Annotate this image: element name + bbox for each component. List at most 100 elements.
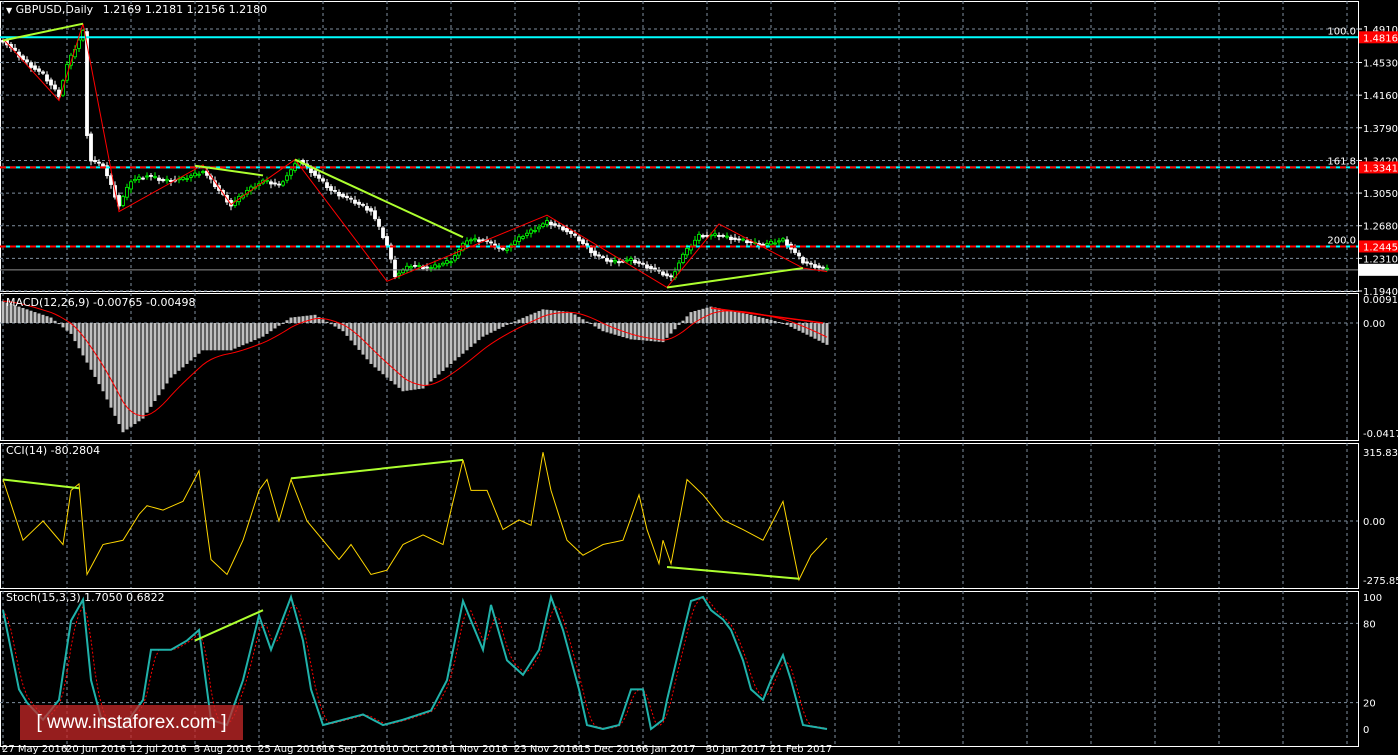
candle-body xyxy=(633,259,637,264)
macd-tick-label: 0.00 xyxy=(1363,319,1385,330)
macd-histogram-bar xyxy=(169,323,173,378)
candle-body xyxy=(189,175,193,178)
macd-histogram-bar xyxy=(125,323,129,430)
candle-body xyxy=(601,256,605,258)
cci-trend-line xyxy=(290,458,464,480)
candle-body xyxy=(773,242,777,245)
symbol-label: GBPUSD,Daily xyxy=(15,3,94,16)
macd-histogram-bar xyxy=(265,323,269,334)
macd-histogram-bar xyxy=(45,316,49,323)
date-label: 3 Aug 2016 xyxy=(194,744,252,755)
candle-body xyxy=(277,183,281,186)
macd-histogram-bar xyxy=(585,321,589,323)
macd-histogram-bar xyxy=(681,320,685,323)
candle-body xyxy=(569,230,573,234)
candle-body xyxy=(349,197,353,200)
candle-body xyxy=(365,206,369,211)
macd-histogram-bar xyxy=(497,323,501,329)
candle-body xyxy=(625,259,629,262)
trend-line xyxy=(666,267,804,289)
macd-histogram-bar xyxy=(425,323,429,386)
fib-level-label: 200.0 xyxy=(1327,235,1356,246)
macd-title: MACD(12,26,9) -0.00765 -0.00498 xyxy=(6,296,196,309)
macd-histogram-bar xyxy=(117,323,121,425)
macd-histogram-bar xyxy=(641,323,645,341)
macd-histogram-bar xyxy=(549,310,553,323)
candle-body xyxy=(477,239,481,242)
date-label: 10 Oct 2016 xyxy=(386,744,448,755)
candle-body xyxy=(313,170,317,176)
macd-histogram-bar xyxy=(105,323,109,400)
candle-body xyxy=(141,177,145,180)
macd-histogram-bar xyxy=(133,323,137,425)
macd-histogram-bar xyxy=(449,323,453,364)
macd-histogram-bar xyxy=(533,312,537,323)
candle-body xyxy=(137,176,141,180)
macd-histogram-bar xyxy=(141,323,145,419)
macd-histogram-bar xyxy=(825,323,829,345)
macd-histogram-bar xyxy=(661,323,665,343)
cci-trend-line xyxy=(666,565,800,580)
candle-body xyxy=(777,240,781,243)
macd-histogram-bar xyxy=(305,315,309,323)
candle-body xyxy=(705,235,709,237)
candle-body xyxy=(453,255,457,261)
candle-body xyxy=(681,253,685,263)
candle-body xyxy=(721,235,725,237)
macd-histogram-bar xyxy=(429,323,433,382)
macd-histogram-bar xyxy=(453,323,457,361)
candle-body xyxy=(617,261,621,264)
candle-body xyxy=(649,266,653,269)
candle-body xyxy=(641,262,645,265)
candle-body xyxy=(565,227,569,233)
macd-histogram-bar xyxy=(121,323,125,433)
candle-body xyxy=(93,160,97,163)
candle-body xyxy=(25,59,29,63)
candle-body xyxy=(605,257,609,262)
candle-body xyxy=(321,178,325,182)
candle-body xyxy=(665,273,669,277)
candle-body xyxy=(149,175,153,177)
candle-body xyxy=(357,201,361,205)
candle-body xyxy=(53,84,57,90)
candle-body xyxy=(45,74,49,82)
date-label: 20 Jun 2016 xyxy=(66,744,126,755)
macd-histogram-bar xyxy=(777,321,781,323)
macd-histogram-bar xyxy=(377,323,381,371)
candle-body xyxy=(385,236,389,246)
macd-histogram-bar xyxy=(233,323,237,349)
macd-histogram-bar xyxy=(37,313,41,323)
candle-body xyxy=(745,240,749,244)
macd-histogram-bar xyxy=(725,309,729,323)
macd-histogram-bar xyxy=(329,323,333,325)
macd-histogram-bar xyxy=(713,307,717,323)
candle-body xyxy=(713,233,717,236)
candle-body xyxy=(429,267,433,269)
candle-body xyxy=(761,243,765,247)
candle-body xyxy=(533,229,537,232)
macd-histogram-bar xyxy=(501,323,505,327)
candle-body xyxy=(361,203,365,206)
macd-histogram-bar xyxy=(189,323,193,361)
macd-histogram-bar xyxy=(149,323,153,407)
macd-histogram-bar xyxy=(665,323,669,338)
chart-canvas[interactable]: 1.49101.45301.41601.37901.34201.30501.26… xyxy=(0,0,1398,755)
macd-histogram-bar xyxy=(269,323,273,332)
macd-histogram-bar xyxy=(281,323,285,324)
macd-histogram-bar xyxy=(473,323,477,344)
candle-body xyxy=(417,265,421,267)
candle-body xyxy=(697,233,701,241)
macd-histogram-bar xyxy=(165,323,169,384)
macd-histogram-bar xyxy=(381,323,385,375)
macd-histogram-bar xyxy=(781,323,785,324)
candle-body xyxy=(653,267,657,270)
macd-histogram-bar xyxy=(197,323,201,354)
macd-histogram-bar xyxy=(457,323,461,358)
price-tick-label: 1.4160 xyxy=(1363,91,1398,102)
collapse-triangle-icon[interactable]: ▼ xyxy=(6,6,12,15)
macd-histogram-bar xyxy=(477,323,481,341)
macd-histogram-bar xyxy=(237,323,241,347)
candle-body xyxy=(445,260,449,264)
candle-body xyxy=(153,176,157,178)
candle-body xyxy=(345,195,349,199)
